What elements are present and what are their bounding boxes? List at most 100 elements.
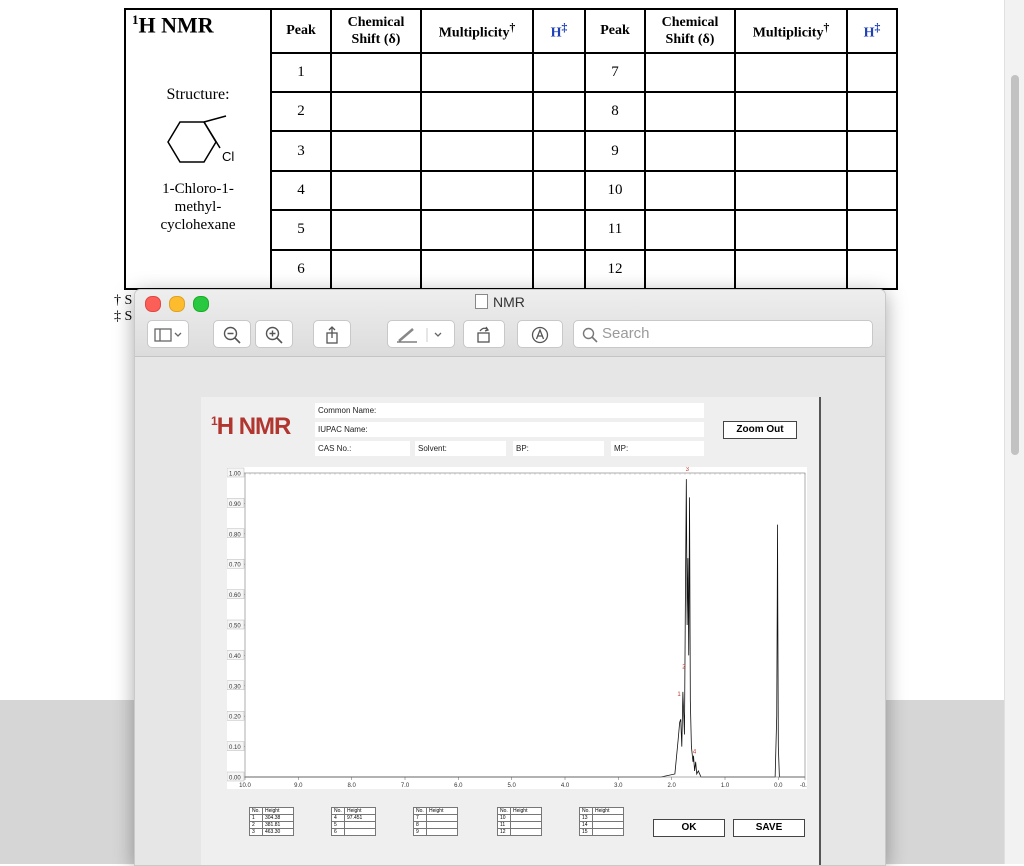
peak-no-cell: 1 (249, 814, 263, 822)
zoom-out-app-button[interactable]: Zoom Out (723, 421, 797, 439)
peak-number: 7 (584, 51, 646, 93)
multiplicity-input[interactable] (420, 169, 534, 212)
shift-input[interactable] (330, 51, 422, 93)
x-tick-label: 10.0 (239, 783, 251, 789)
shift-input[interactable] (330, 90, 422, 133)
h-input[interactable] (846, 51, 898, 93)
iupac-name-field[interactable]: IUPAC Name: (315, 422, 704, 437)
peak-number: 3 (270, 130, 332, 172)
peak-no-cell: 14 (579, 821, 593, 829)
zoom-in-button[interactable] (255, 320, 293, 348)
nmr-spectrum-plot[interactable]: 0.00 0.10 0.20 0.30 0.40 0.50 0.60 0.70 0.80 0.90… (227, 467, 807, 789)
save-button[interactable]: SAVE (733, 819, 805, 837)
y-tick-label: 0.70 (229, 563, 241, 569)
h-input[interactable] (532, 248, 586, 291)
y-tick-label: 0.20 (229, 715, 241, 721)
bp-field[interactable]: BP: (513, 441, 604, 456)
minimize-button[interactable] (169, 296, 185, 312)
h-input[interactable] (532, 130, 586, 172)
table-row: No. Height (579, 807, 624, 815)
shift-input[interactable] (330, 130, 422, 172)
common-name-field[interactable]: Common Name: (315, 403, 704, 418)
worksheet-title: 1H NMR (132, 12, 214, 38)
peak-no-cell: 5 (331, 821, 345, 829)
h-input[interactable] (532, 169, 586, 212)
peak-number: 4 (270, 169, 332, 212)
ok-button[interactable]: OK (653, 819, 725, 837)
shift-input[interactable] (644, 248, 736, 291)
peak-no-cell: No. (413, 807, 427, 815)
y-tick-label: 0.50 (229, 624, 241, 630)
close-button[interactable] (145, 296, 161, 312)
multiplicity-input[interactable] (420, 248, 534, 291)
multiplicity-input[interactable] (420, 130, 534, 172)
table-row: 6 (331, 828, 376, 836)
peak-height-cell (510, 814, 542, 822)
rotate-button[interactable] (463, 320, 505, 348)
structure-label: Structure: (166, 86, 230, 103)
nmr-worksheet-table: 1H NMR Structure: Cl 1-Chloro-1- methyl-… (124, 8, 898, 291)
sidebar-toggle-button[interactable] (147, 320, 189, 348)
shift-input[interactable] (644, 209, 736, 251)
shift-input[interactable] (644, 51, 736, 93)
table-row: No. Height (249, 807, 294, 815)
mp-field[interactable]: MP: (611, 441, 704, 456)
rotate-icon (477, 326, 490, 343)
solvent-field[interactable]: Solvent: (415, 441, 506, 456)
table-row: 11 (497, 821, 542, 829)
share-button[interactable] (313, 320, 351, 348)
shift-input[interactable] (644, 90, 736, 133)
search-icon (582, 327, 598, 343)
peak-table: No. Height 13 14 15 (579, 807, 624, 836)
peak-height-cell: Height (592, 807, 624, 815)
h-input[interactable] (846, 209, 898, 251)
peak-no-cell: No. (331, 807, 345, 815)
scrollbar-thumb[interactable] (1011, 75, 1019, 455)
x-tick-label: 0.0 (774, 783, 783, 789)
markup-toolbar-button[interactable] (517, 320, 563, 348)
shift-input[interactable] (644, 169, 736, 212)
table-row: 1 304.38 (249, 814, 294, 822)
multiplicity-input[interactable] (734, 169, 848, 212)
peak-no-cell: 10 (497, 814, 511, 822)
zoom-out-button[interactable] (213, 320, 251, 348)
multiplicity-input[interactable] (734, 209, 848, 251)
h-input[interactable] (846, 248, 898, 291)
multiplicity-input[interactable] (734, 248, 848, 291)
h-input[interactable] (846, 90, 898, 133)
multiplicity-input[interactable] (734, 130, 848, 172)
shift-input[interactable] (330, 248, 422, 291)
peak-height-cell: 304.38 (262, 814, 294, 822)
multiplicity-input[interactable] (734, 90, 848, 133)
multiplicity-input[interactable] (420, 51, 534, 93)
header-chemical-shift-2: Chemical Shift (δ) (644, 8, 736, 54)
document-scrollbar[interactable] (1004, 0, 1024, 864)
h-input[interactable] (846, 130, 898, 172)
h-input[interactable] (532, 90, 586, 133)
shift-input[interactable] (330, 169, 422, 212)
multiplicity-input[interactable] (734, 51, 848, 93)
cas-field[interactable]: CAS No.: (315, 441, 410, 456)
shift-input[interactable] (330, 209, 422, 251)
peak-table: No. Height 7 8 9 (413, 807, 458, 836)
multiplicity-input[interactable] (420, 209, 534, 251)
shift-input[interactable] (644, 130, 736, 172)
peak-height-cell (592, 814, 624, 822)
markup-pen-button[interactable] (387, 320, 455, 348)
peak-number: 11 (584, 209, 646, 251)
table-row: No. Height (413, 807, 458, 815)
zoom-window-button[interactable] (193, 296, 209, 312)
table-row: 8 (413, 821, 458, 829)
multiplicity-input[interactable] (420, 90, 534, 133)
table-row: 12 (497, 828, 542, 836)
peak-height-cell (426, 814, 458, 822)
h-input[interactable] (532, 51, 586, 93)
search-input[interactable]: Search (573, 320, 873, 348)
h-input[interactable] (846, 169, 898, 212)
h-input[interactable] (532, 209, 586, 251)
y-tick-label: 0.00 (229, 776, 241, 782)
markup-icon (531, 327, 549, 344)
peak-number: 6 (270, 248, 332, 291)
header-h-2: H‡ (846, 8, 898, 54)
peak-no-cell: 13 (579, 814, 593, 822)
